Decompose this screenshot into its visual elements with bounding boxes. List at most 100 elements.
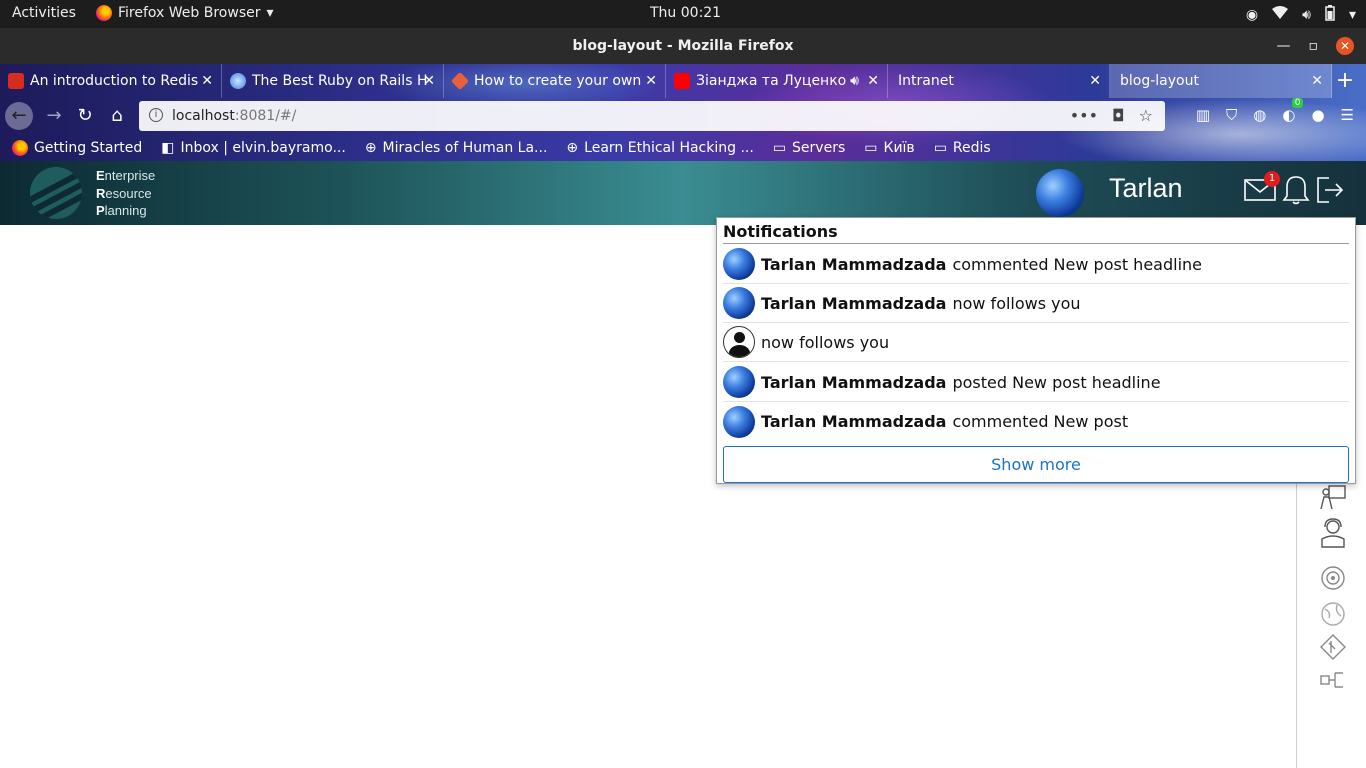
git-diamond-icon[interactable] <box>1319 633 1347 661</box>
bookmark-folder-redis[interactable]: ▭ Redis <box>922 140 998 156</box>
tab-intranet[interactable]: Intranet ✕ <box>888 64 1110 98</box>
maximize-button[interactable]: ▫ <box>1309 28 1319 64</box>
erp-logo-icon[interactable] <box>30 167 82 219</box>
folder-icon: ▭ <box>864 139 878 156</box>
notification-item[interactable]: now follows you <box>723 323 1349 362</box>
firefox-icon <box>12 139 28 156</box>
battery-icon <box>1325 5 1335 25</box>
steam-icon[interactable]: ◉ <box>1246 7 1258 23</box>
logo-line: Resource <box>96 185 152 201</box>
notification-text: commented New post headline <box>952 254 1202 274</box>
notifications-title: Notifications <box>723 222 838 241</box>
tab-youtube[interactable]: Зіанджа та Луценко 🔊︎ ✕ <box>666 64 888 98</box>
avatar <box>723 366 755 398</box>
extension-badge-icon[interactable]: ◐ 0 <box>1282 98 1304 124</box>
erp-logo-text: Enterprise Resource Planning <box>96 167 155 220</box>
target-icon[interactable] <box>1319 564 1347 592</box>
bookmark-label: Getting Started <box>34 139 143 156</box>
reload-button[interactable]: ↻ <box>71 102 99 130</box>
bookmark-folder-servers[interactable]: ▭ Servers <box>761 140 852 156</box>
color-picker-icon[interactable]: ● <box>1311 106 1324 124</box>
tab-label: An introduction to Redis <box>30 73 199 89</box>
presentation-icon[interactable] <box>1319 483 1347 511</box>
tab-label: Intranet <box>898 73 954 89</box>
inbox-icon: ◧ <box>161 139 175 156</box>
globe-icon[interactable] <box>1319 600 1347 628</box>
tab-howto[interactable]: How to create your own ✕ <box>444 64 666 98</box>
shield-icon[interactable]: ⛉ <box>1226 106 1237 124</box>
workflow-icon[interactable] <box>1319 667 1347 695</box>
app-menu[interactable]: Firefox Web Browser ▾ <box>96 5 274 21</box>
hamburger-menu-icon[interactable]: ☰ <box>1341 106 1354 124</box>
tab-close-icon[interactable]: ✕ <box>867 64 879 98</box>
bookmark-miracles[interactable]: ⊕ Miracles of Human La... <box>353 140 555 156</box>
support-agent-icon[interactable] <box>1319 517 1347 548</box>
extension-badge-count: 0 <box>1291 98 1304 108</box>
tab-close-icon[interactable]: ✕ <box>645 64 657 98</box>
wifi-icon <box>1272 6 1289 24</box>
back-button[interactable]: ← <box>5 102 33 130</box>
redis-favicon-icon <box>8 73 24 89</box>
navigation-toolbar: ← → ↻ ⌂ i localhost:8081/#/ ••• ◘ ☆ ▥ ⛉ … <box>0 98 1366 134</box>
bookmark-label: Learn Ethical Hacking ... <box>584 139 754 156</box>
clock[interactable]: Thu 00:21 <box>650 5 721 21</box>
notification-item[interactable]: Tarlan Mammadzada commented New post <box>723 402 1349 441</box>
extension-icon[interactable]: ◍ <box>1253 106 1266 124</box>
home-button[interactable]: ⌂ <box>103 102 131 130</box>
power-menu-chevron-icon[interactable]: ▾ <box>1349 7 1356 23</box>
tab-label: Зіанджа та Луценко <box>696 73 847 89</box>
tab-close-icon[interactable]: ✕ <box>201 64 213 98</box>
bookmark-inbox[interactable]: ◧ Inbox | elvin.bayramo... <box>149 140 353 156</box>
notification-item[interactable]: Tarlan Mammadzada commented New post hea… <box>723 245 1349 284</box>
notification-text: now follows you <box>952 293 1081 313</box>
folder-icon: ▭ <box>933 139 947 156</box>
notification-text: commented New post <box>952 412 1129 431</box>
user-placeholder-icon <box>723 326 755 358</box>
logout-icon[interactable] <box>1315 175 1347 207</box>
user-name[interactable]: Tarlan <box>1109 173 1183 204</box>
tab-ruby[interactable]: The Best Ruby on Rails H ✕ <box>222 64 444 98</box>
bookmark-getting-started[interactable]: Getting Started <box>0 139 149 156</box>
notification-item[interactable]: Tarlan Mammadzada now follows you <box>723 284 1349 323</box>
bookmark-star-icon[interactable]: ☆ <box>1139 101 1153 131</box>
notification-text: now follows you <box>761 332 890 352</box>
globe-icon: ⊕ <box>364 139 377 156</box>
show-more-button[interactable]: Show more <box>723 446 1349 483</box>
app-header: Enterprise Resource Planning Tarlan 1 <box>0 161 1366 225</box>
tab-label: blog-layout <box>1120 73 1199 89</box>
tab-close-icon[interactable]: ✕ <box>423 64 435 98</box>
url-host: localhost <box>172 108 235 124</box>
tab-label: How to create your own <box>474 73 642 89</box>
avatar <box>723 405 755 438</box>
url-path: :8081/#/ <box>234 108 297 124</box>
app-menu-label: Firefox Web Browser <box>118 5 261 21</box>
system-tray[interactable]: ◉ 🔊︎ ▾ <box>1246 5 1356 25</box>
bookmark-folder-kyiv[interactable]: ▭ Київ <box>852 140 921 156</box>
forward-button[interactable]: → <box>40 102 68 130</box>
tab-blog-layout[interactable]: blog-layout ✕ <box>1110 64 1332 98</box>
minimize-button[interactable]: — <box>1277 28 1291 64</box>
library-icon[interactable]: ▥ <box>1196 106 1210 124</box>
close-window-button[interactable]: ✕ <box>1336 37 1354 55</box>
activities-button[interactable]: Activities <box>12 5 76 21</box>
new-tab-button[interactable]: + <box>1332 68 1358 94</box>
bell-icon[interactable] <box>1282 175 1314 207</box>
tab-label: The Best Ruby on Rails H <box>252 73 428 89</box>
speaker-icon[interactable]: 🔊︎ <box>850 64 859 98</box>
notification-text: posted New post headline <box>952 372 1161 392</box>
mail-icon[interactable]: 1 <box>1244 171 1280 207</box>
notification-item[interactable]: Tarlan Mammadzada posted New post headli… <box>723 363 1349 402</box>
bookmark-ethical-hacking[interactable]: ⊕ Learn Ethical Hacking ... <box>554 140 760 156</box>
divider <box>723 243 1349 244</box>
avatar <box>723 287 755 319</box>
tab-redis[interactable]: An introduction to Redis ✕ <box>0 64 222 98</box>
info-icon[interactable]: i <box>149 108 163 122</box>
avatar[interactable] <box>1036 169 1084 217</box>
pocket-icon[interactable]: ◘ <box>1112 101 1125 131</box>
tab-strip: An introduction to Redis ✕ The Best Ruby… <box>0 64 1366 98</box>
logo-line: Enterprise <box>96 168 156 183</box>
page-actions-icon[interactable]: ••• <box>1070 101 1098 131</box>
tab-close-icon[interactable]: ✕ <box>1089 64 1101 98</box>
url-bar[interactable]: i localhost:8081/#/ ••• ◘ ☆ <box>139 101 1165 131</box>
tab-close-icon[interactable]: ✕ <box>1311 64 1323 98</box>
